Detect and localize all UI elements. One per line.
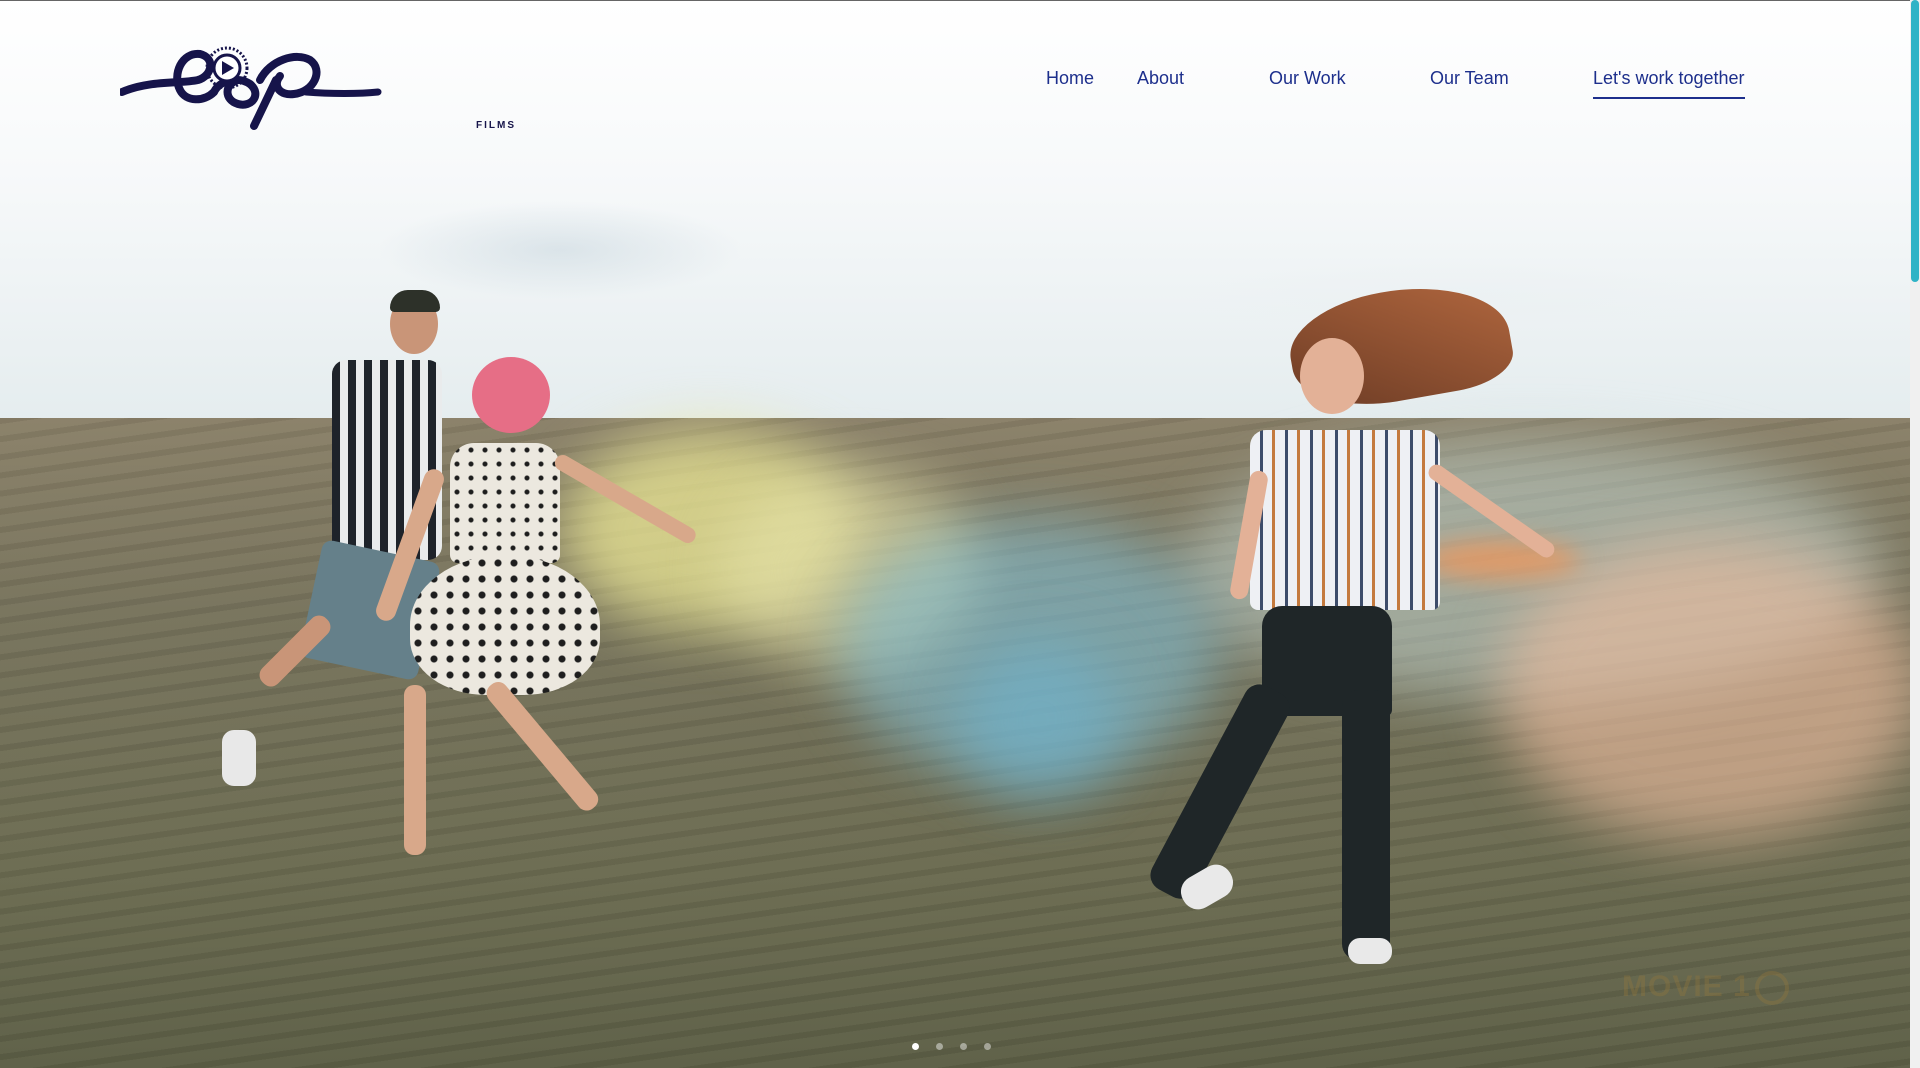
person-striped-top (1144, 271, 1590, 970)
carousel-dot-4[interactable] (984, 1043, 991, 1050)
logo-subtitle: FILMS (476, 120, 516, 131)
nav-our-team[interactable]: Our Team (1430, 68, 1509, 89)
person-pink-hair (360, 355, 699, 855)
carousel-dot-2[interactable] (936, 1043, 943, 1050)
main-nav: Home About Our Work Our Team Let's work … (0, 68, 1910, 108)
nav-about[interactable]: About (1137, 68, 1184, 89)
page: MOVIE 1 FILMS Home About Our Work Our Te… (0, 0, 1920, 1068)
scrollbar-thumb[interactable] (1911, 0, 1919, 282)
page-scrollbar[interactable] (1910, 0, 1920, 1068)
watermark-play-icon (1754, 971, 1789, 1006)
nav-home[interactable]: Home (1046, 68, 1094, 89)
site-header: FILMS Home About Our Work Our Team Let's… (0, 0, 1910, 140)
watermark-text: MOVIE 1 (1622, 970, 1751, 1003)
hero-image: MOVIE 1 (0, 0, 1910, 1068)
carousel-dot-3[interactable] (960, 1043, 967, 1050)
nav-our-work[interactable]: Our Work (1269, 68, 1346, 89)
carousel-dot-1[interactable] (912, 1043, 919, 1050)
movie-watermark: MOVIE 1 (1622, 970, 1789, 1006)
nav-lets-work-together[interactable]: Let's work together (1593, 68, 1745, 99)
smoke-blue-2 (960, 640, 1120, 800)
